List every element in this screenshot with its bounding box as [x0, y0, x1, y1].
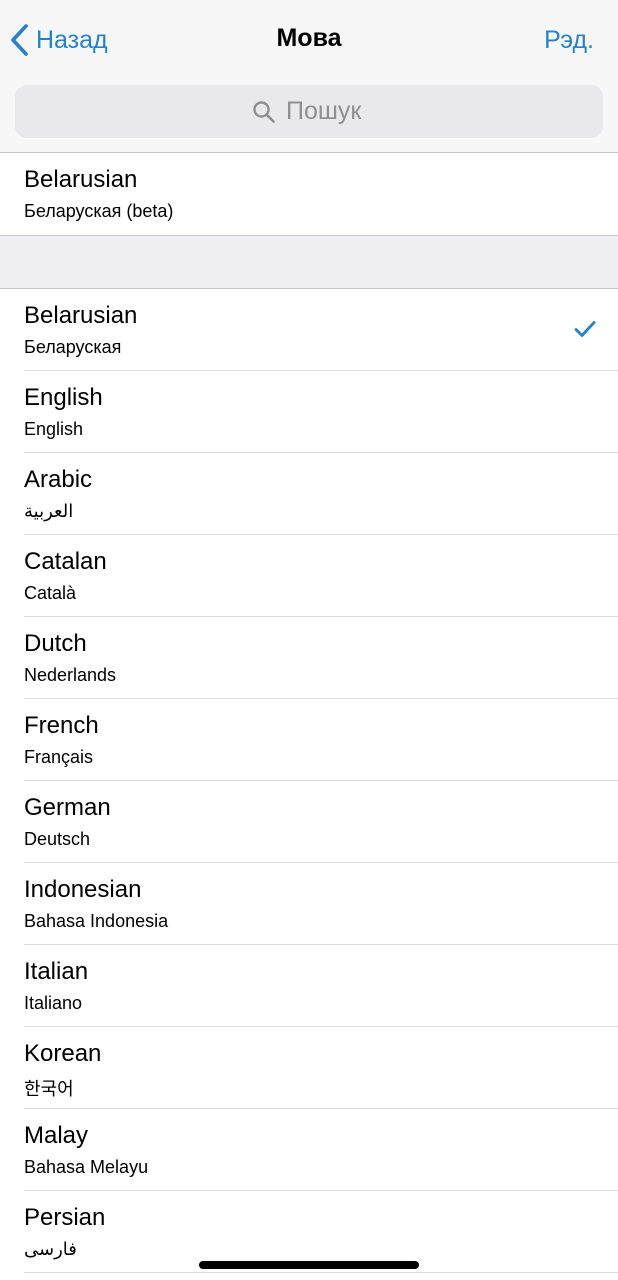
- language-native-name: Беларуская (beta): [24, 201, 174, 221]
- language-name: French: [24, 712, 99, 739]
- language-row-indonesian[interactable]: Indonesian Bahasa Indonesia: [0, 863, 618, 945]
- language-native-name: فارسی: [24, 1239, 77, 1259]
- language-row-italian[interactable]: Italian Italiano: [0, 945, 618, 1027]
- language-native-name: Italiano: [24, 993, 83, 1013]
- language-screen: Назад Мова Рэд. Belarusian Беларуская (b…: [0, 0, 618, 1280]
- language-native-name: Bahasa Melayu: [24, 1157, 149, 1177]
- language-name: German: [24, 794, 111, 821]
- language-row-dutch[interactable]: Dutch Nederlands: [0, 617, 618, 699]
- language-name: Arabic: [24, 466, 93, 493]
- language-name: Italian: [24, 958, 89, 985]
- language-row-french[interactable]: French Français: [0, 699, 618, 781]
- language-name: Catalan: [24, 548, 107, 575]
- language-native-name: Bahasa Indonesia: [24, 911, 169, 931]
- language-row-german[interactable]: German Deutsch: [0, 781, 618, 863]
- language-native-name: Français: [24, 747, 94, 767]
- language-name: Dutch: [24, 630, 87, 657]
- language-row-english[interactable]: English English: [0, 371, 618, 453]
- section-separator: [0, 235, 618, 289]
- language-row-korean[interactable]: Korean 한국어: [0, 1027, 618, 1109]
- row-divider: [24, 1272, 618, 1273]
- language-native-name: Català: [24, 583, 77, 603]
- language-name: English: [24, 384, 103, 411]
- language-name: Persian: [24, 1204, 106, 1231]
- home-indicator[interactable]: [199, 1261, 419, 1269]
- language-name: Indonesian: [24, 876, 142, 903]
- search-bar[interactable]: [15, 85, 603, 138]
- language-native-name: English: [24, 419, 84, 439]
- edit-button[interactable]: Рэд.: [544, 26, 594, 55]
- language-row-belarusian[interactable]: Belarusian Беларуская: [0, 289, 618, 371]
- language-name: Belarusian: [24, 166, 138, 193]
- search-input[interactable]: [286, 97, 366, 126]
- language-row-arabic[interactable]: Arabic العربية: [0, 453, 618, 535]
- language-row-malay[interactable]: Malay Bahasa Melayu: [0, 1109, 618, 1191]
- language-native-name: Беларуская: [24, 337, 122, 357]
- language-name: Malay: [24, 1122, 89, 1149]
- search-icon: [253, 100, 275, 123]
- language-name: Belarusian: [24, 302, 138, 329]
- page-title: Мова: [276, 24, 342, 52]
- checkmark-icon: [574, 321, 596, 337]
- language-name: Korean: [24, 1040, 102, 1067]
- language-native-name: العربية: [24, 501, 74, 521]
- language-row-catalan[interactable]: Catalan Català: [0, 535, 618, 617]
- suggested-language-row[interactable]: Belarusian Беларуская (beta): [0, 153, 618, 235]
- navigation-header: Назад Мова Рэд.: [0, 0, 618, 153]
- language-native-name: 한국어: [24, 1079, 74, 1099]
- language-native-name: Nederlands: [24, 665, 117, 685]
- language-native-name: Deutsch: [24, 829, 91, 849]
